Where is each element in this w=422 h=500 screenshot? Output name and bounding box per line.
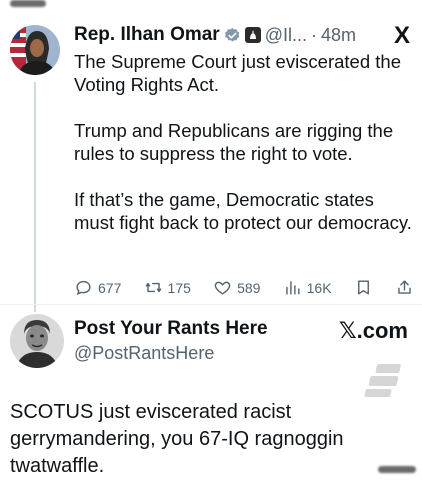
- redaction-smudge-top: [10, 0, 46, 7]
- x-com-logo: 𝕏.com: [338, 318, 408, 343]
- views-count: 16K: [306, 279, 332, 296]
- divider: [0, 304, 422, 305]
- avatar[interactable]: [10, 314, 64, 368]
- reply-button[interactable]: 677: [74, 278, 121, 297]
- reply-icon: [76, 280, 91, 296]
- tweet-actions: 677 175 589 16K: [74, 278, 414, 297]
- government-badge-icon: [244, 27, 261, 43]
- like-count: 589: [237, 279, 261, 296]
- x-logo-icon: X: [393, 22, 410, 49]
- views-button[interactable]: 16K: [283, 278, 332, 297]
- bookmark-icon: [357, 280, 369, 295]
- reply-author-handle[interactable]: @PostRantsHere: [74, 343, 214, 364]
- author-name[interactable]: Rep. Ilhan Omar: [74, 24, 220, 46]
- like-button[interactable]: 589: [213, 278, 260, 297]
- reply-author-name[interactable]: Post Your Rants Here: [74, 318, 268, 340]
- thread-line: [34, 82, 36, 312]
- share-icon: [398, 280, 411, 294]
- timestamp[interactable]: 48m: [321, 25, 356, 46]
- repost-button[interactable]: 175: [144, 278, 191, 297]
- author-handle[interactable]: @Il...: [265, 25, 307, 46]
- share-button[interactable]: [395, 278, 414, 297]
- avatar[interactable]: [10, 25, 60, 75]
- verified-badge-icon: [224, 27, 240, 42]
- tweet-card[interactable]: Rep. Ilhan Omar @Il... · 48m X The Supre…: [0, 12, 422, 312]
- tweet-paragraph: Trump and Republicans are rigging the ru…: [74, 120, 394, 164]
- views-icon: [285, 281, 300, 295]
- like-icon: [214, 281, 231, 295]
- reply-text: SCOTUS just eviscerated racist gerrymand…: [10, 401, 344, 477]
- tweet-header: Rep. Ilhan Omar @Il... · 48m: [74, 22, 412, 48]
- tweet-paragraph: The Supreme Court just eviscerated the V…: [74, 51, 401, 95]
- reply-count: 677: [98, 279, 122, 296]
- tweet-text: The Supreme Court just eviscerated the V…: [74, 50, 414, 257]
- separator: ·: [310, 24, 317, 45]
- bookmark-button[interactable]: [354, 278, 373, 297]
- watermark-logo-icon: [364, 364, 401, 397]
- redaction-smudge-bottom: [378, 466, 416, 473]
- repost-icon: [145, 282, 161, 293]
- tweet-paragraph: If that’s the game, Democratic states mu…: [74, 189, 412, 233]
- repost-count: 175: [167, 279, 191, 296]
